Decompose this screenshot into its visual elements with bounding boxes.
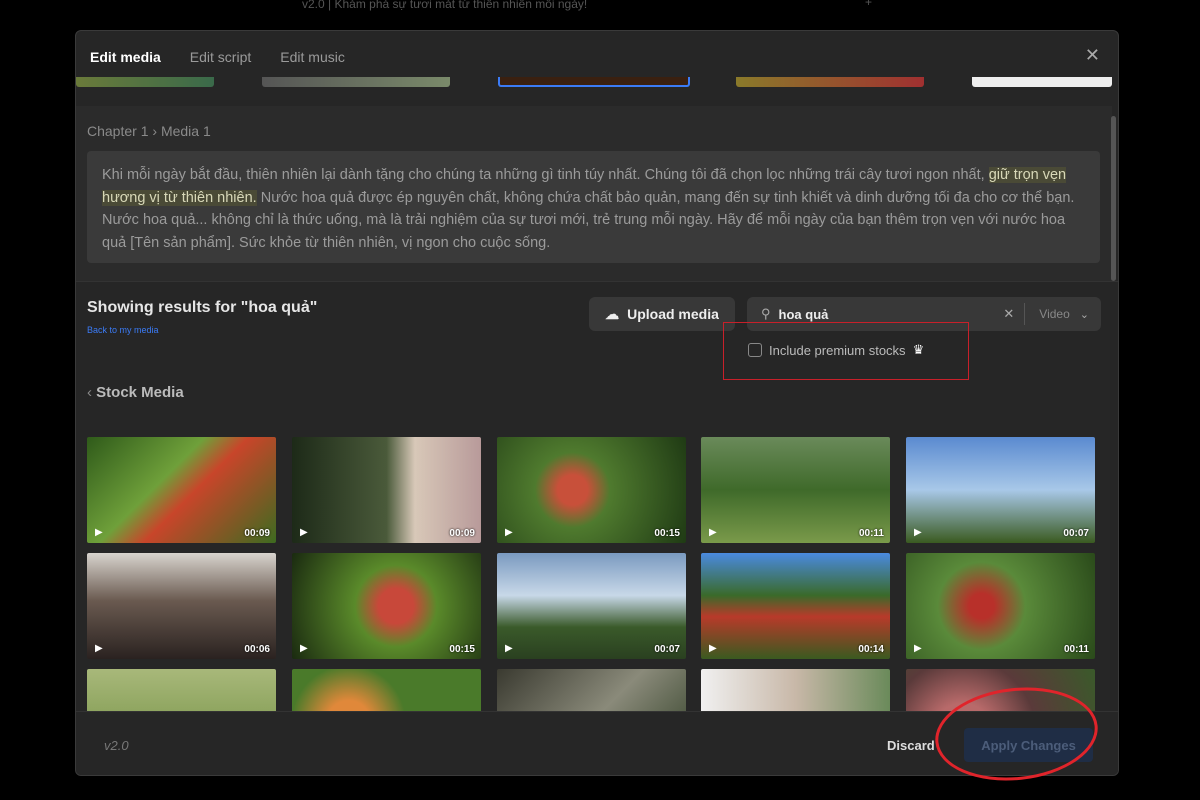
version-label: v2.0	[104, 738, 129, 753]
cloud-upload-icon: ☁	[605, 305, 620, 322]
divider	[1024, 303, 1026, 325]
stock-video-thumbnail[interactable]: ▶ 00:09	[87, 437, 276, 543]
film-thumb-selected[interactable]	[498, 77, 690, 87]
background-title-bar: v2.0 | Khám phá sự tươi mát từ thiên nhi…	[282, 0, 902, 14]
tab-bar: Edit media Edit script Edit music	[90, 49, 345, 65]
play-icon: ▶	[95, 643, 103, 654]
play-icon: ▶	[914, 643, 922, 654]
duration-label: 00:14	[858, 644, 884, 655]
duration-label: 00:09	[244, 528, 270, 539]
tab-edit-script[interactable]: Edit script	[190, 49, 251, 65]
search-icon: ⚲	[761, 306, 771, 321]
film-thumb[interactable]	[76, 77, 214, 87]
film-thumb[interactable]	[972, 77, 1112, 87]
media-type-select[interactable]: Video	[1039, 307, 1069, 321]
stock-video-thumbnail[interactable]	[292, 669, 481, 711]
stock-video-thumbnail[interactable]: ▶ 00:11	[906, 553, 1095, 659]
stock-video-thumbnail[interactable]	[497, 669, 686, 711]
background-title: v2.0 | Khám phá sự tươi mát từ thiên nhi…	[302, 0, 588, 11]
duration-label: 00:06	[244, 644, 270, 655]
duration-label: 00:15	[654, 528, 680, 539]
script-text[interactable]: Khi mỗi ngày bắt đầu, thiên nhiên lại dà…	[87, 151, 1100, 263]
play-icon: ▶	[95, 527, 103, 538]
play-icon: ▶	[300, 643, 308, 654]
play-icon: ▶	[709, 527, 717, 538]
section-title: Stock Media	[96, 384, 184, 401]
breadcrumb: Chapter 1 › Media 1	[87, 123, 211, 139]
stock-media-grid: ▶ 00:09 ▶ 00:09 ▶ 00:15 ▶ 00:11 ▶ 00:07 ▶ 00:06 ▶ 00:…	[87, 437, 1097, 711]
clear-icon[interactable]: ✕	[1003, 306, 1014, 322]
chevron-down-icon[interactable]: ⌄	[1080, 308, 1089, 321]
annotation-rectangle	[723, 322, 969, 380]
plus-icon: +	[864, 0, 872, 9]
stock-video-thumbnail[interactable]: ▶ 00:06	[87, 553, 276, 659]
duration-label: 00:07	[1063, 528, 1089, 539]
stock-video-thumbnail[interactable]	[87, 669, 276, 711]
results-heading: Showing results for "hoa quả"	[87, 299, 318, 316]
close-icon[interactable]: ✕	[1085, 45, 1100, 66]
stock-video-thumbnail[interactable]: ▶ 00:15	[292, 553, 481, 659]
upload-media-button[interactable]: ☁ Upload media	[589, 297, 735, 331]
film-thumb[interactable]	[736, 77, 924, 87]
stock-video-thumbnail[interactable]: ▶ 00:15	[497, 437, 686, 543]
stock-video-thumbnail[interactable]	[701, 669, 890, 711]
duration-label: 00:11	[1063, 644, 1089, 655]
stock-video-thumbnail[interactable]: ▶ 00:07	[906, 437, 1095, 543]
duration-label: 00:11	[858, 528, 884, 539]
chevron-left-icon: ‹	[87, 384, 97, 401]
play-icon: ▶	[709, 643, 717, 654]
stock-video-thumbnail[interactable]: ▶ 00:14	[701, 553, 890, 659]
scrollbar[interactable]	[1111, 116, 1116, 281]
upload-label: Upload media	[627, 306, 719, 322]
discard-button[interactable]: Discard	[887, 738, 935, 753]
stock-media-back[interactable]: ‹ Stock Media	[87, 384, 184, 401]
play-icon: ▶	[300, 527, 308, 538]
script-text-part: Khi mỗi ngày bắt đầu, thiên nhiên lại dà…	[102, 167, 989, 183]
breadcrumb-chapter[interactable]: Chapter 1	[87, 123, 148, 139]
stock-video-thumbnail[interactable]: ▶ 00:07	[497, 553, 686, 659]
tab-edit-music[interactable]: Edit music	[280, 49, 345, 65]
script-area: Chapter 1 › Media 1 Khi mỗi ngày bắt đầu…	[76, 106, 1112, 281]
search-input[interactable]: hoa quả	[779, 307, 1004, 322]
duration-label: 00:15	[449, 644, 475, 655]
tab-edit-media[interactable]: Edit media	[90, 49, 161, 65]
divider	[76, 281, 1118, 282]
media-filmstrip	[76, 77, 1112, 89]
play-icon: ▶	[914, 527, 922, 538]
play-icon: ▶	[505, 643, 513, 654]
edit-media-modal: Edit media Edit script Edit music ✕ Chap…	[75, 30, 1119, 776]
breadcrumb-separator: ›	[152, 123, 158, 139]
duration-label: 00:09	[449, 528, 475, 539]
stock-video-thumbnail[interactable]: ▶ 00:11	[701, 437, 890, 543]
play-icon: ▶	[505, 527, 513, 538]
stock-video-thumbnail[interactable]: ▶ 00:09	[292, 437, 481, 543]
duration-label: 00:07	[654, 644, 680, 655]
back-to-my-media-link[interactable]: Back to my media	[87, 325, 159, 335]
breadcrumb-media: Media 1	[160, 123, 211, 139]
film-thumb[interactable]	[262, 77, 450, 87]
